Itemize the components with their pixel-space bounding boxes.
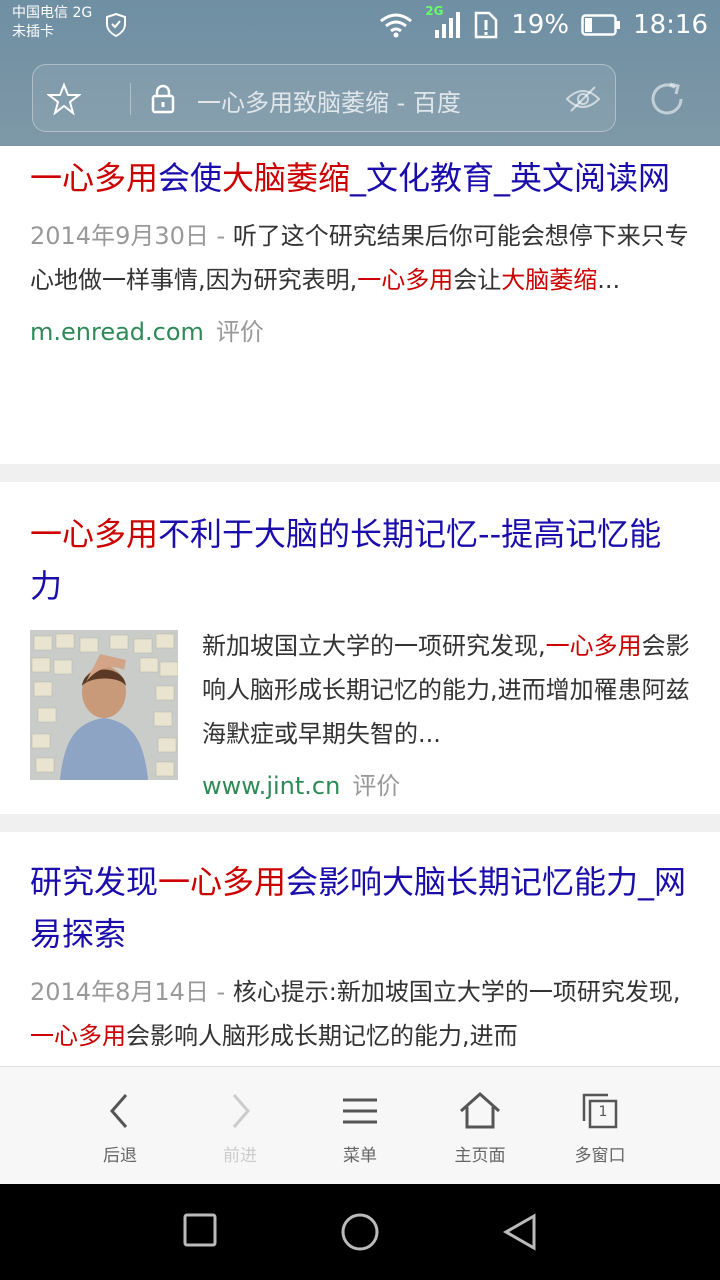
snippet-highlight: 大脑萎缩 — [501, 266, 598, 294]
result-title[interactable]: 一心多用不利于大脑的长期记忆--提高记忆能力 — [30, 482, 690, 612]
title-highlight: 一心多用 — [30, 515, 159, 553]
snippet-text: 新加坡国立大学的一项研究发现, — [202, 632, 546, 660]
carrier-name: 中国电信 2G — [12, 5, 93, 21]
back-label: 后退 — [103, 1146, 137, 1166]
result-title[interactable]: 研究发现一心多用会影响大脑长期记忆能力_网易探索 — [30, 832, 690, 960]
forward-button[interactable]: 前进 — [180, 1091, 300, 1166]
battery-percent: 19% — [511, 10, 570, 40]
system-navigation-bar — [0, 1184, 720, 1280]
window-count: 1 — [598, 1104, 608, 1120]
status-bar: 中国电信 2G 未插卡 2G 19% 18:16 — [0, 0, 720, 52]
back-triangle-icon[interactable] — [500, 1212, 540, 1252]
chevron-left-icon — [110, 1094, 128, 1128]
result-meta: www.jint.cn 评价 — [202, 768, 690, 804]
result-card[interactable]: 一心多用会使大脑萎缩_文化教育_英文阅读网 2014年9月30日 - 听了这个研… — [0, 146, 720, 464]
result-card[interactable]: 研究发现一心多用会影响大脑长期记忆能力_网易探索 2014年8月14日 - 核心… — [0, 832, 720, 1066]
browser-toolbar: 后退 前进 菜单 主页面 1 多窗口 — [0, 1066, 720, 1184]
result-text-block: 新加坡国立大学的一项研究发现,一心多用会影响人脑形成长期记忆的能力,进而增加罹患… — [202, 624, 690, 804]
signal-indicator: 2G — [425, 4, 461, 40]
address-bar[interactable]: 一心多用致脑萎缩 - 百度 — [32, 64, 616, 132]
address-separator — [130, 83, 131, 115]
status-right: 2G 19% 18:16 — [379, 4, 708, 42]
wifi-icon — [380, 13, 413, 38]
back-button[interactable]: 后退 — [60, 1091, 180, 1166]
result-meta: m.enread.com 评价 — [30, 314, 690, 350]
sim-status: 未插卡 — [12, 24, 54, 40]
menu-label: 菜单 — [343, 1146, 377, 1166]
thumbnail-image — [30, 630, 178, 780]
forward-label: 前进 — [223, 1146, 257, 1166]
hamburger-menu-icon — [343, 1098, 377, 1124]
snippet-highlight: 一心多用 — [545, 632, 642, 660]
battery-icon — [581, 14, 621, 36]
title-highlight: 一心多用 — [158, 863, 287, 901]
result-card[interactable]: 一心多用不利于大脑的长期记忆--提高记忆能力 新加坡国立大学的一项研究发现,一心… — [0, 482, 720, 814]
snippet-highlight: 一心多用 — [30, 1022, 126, 1050]
snippet-text: 核心提示:新加坡国立大学的一项研究发现, — [232, 978, 681, 1006]
title-highlight: 一心多用 — [30, 159, 159, 197]
title-text: 研究发现 — [30, 863, 159, 901]
result-site[interactable]: m.enread.com — [30, 318, 204, 346]
signal-icon — [435, 12, 461, 38]
title-text: 会使 — [158, 159, 223, 197]
lock-icon — [151, 84, 175, 114]
snippet-text: 会让 — [453, 266, 502, 294]
home-label: 主页面 — [454, 1146, 506, 1166]
chevron-right-icon — [232, 1094, 250, 1128]
sim-alert-icon — [475, 11, 498, 39]
windows-icon-wrap: 1 — [580, 1091, 620, 1131]
home-circle-icon[interactable] — [340, 1212, 380, 1252]
result-snippet: 2014年9月30日 - 听了这个研究结果后你可能会想停下来只专心地做一样事情,… — [30, 214, 690, 302]
result-date: 2014年8月14日 - — [30, 978, 233, 1006]
browser-header: 中国电信 2G 未插卡 2G 19% 18:16 一心多用致脑萎缩 - 百度 — [0, 0, 720, 146]
snippet-text: 会影响人脑形成长期记忆的能力,进而 — [126, 1022, 518, 1050]
result-snippet: 新加坡国立大学的一项研究发现,一心多用会影响人脑形成长期记忆的能力,进而增加罹患… — [202, 624, 690, 756]
home-button[interactable]: 主页面 — [420, 1091, 540, 1166]
title-text: _文化教育_英文阅读网 — [350, 159, 671, 197]
result-title[interactable]: 一心多用会使大脑萎缩_文化教育_英文阅读网 — [30, 146, 690, 204]
rate-link[interactable]: 评价 — [216, 318, 264, 346]
rate-link[interactable]: 评价 — [352, 772, 400, 800]
result-date: 2014年9月30日 - — [30, 222, 233, 250]
url-text[interactable]: 一心多用致脑萎缩 - 百度 — [197, 83, 461, 118]
result-site[interactable]: www.jint.cn — [202, 772, 340, 800]
result-thumbnail[interactable] — [30, 630, 178, 780]
reload-icon[interactable] — [646, 78, 688, 120]
shield-icon — [106, 12, 126, 38]
title-highlight: 大脑萎缩 — [222, 159, 351, 197]
result-snippet: 2014年8月14日 - 核心提示:新加坡国立大学的一项研究发现, 一心多用会影响… — [30, 970, 690, 1058]
menu-button[interactable]: 菜单 — [300, 1091, 420, 1166]
result-row: 新加坡国立大学的一项研究发现,一心多用会影响人脑形成长期记忆的能力,进而增加罹患… — [30, 624, 690, 804]
search-results: 一心多用会使大脑萎缩_文化教育_英文阅读网 2014年9月30日 - 听了这个研… — [0, 146, 720, 1066]
snippet-text: ... — [597, 266, 621, 294]
no-image-eye-icon[interactable] — [565, 85, 601, 113]
windows-label: 多窗口 — [574, 1146, 626, 1166]
bookmark-star-icon[interactable] — [47, 82, 81, 116]
clock: 18:16 — [633, 10, 708, 40]
home-icon — [459, 1091, 501, 1129]
windows-button[interactable]: 1 多窗口 — [540, 1091, 660, 1166]
snippet-highlight: 一心多用 — [357, 266, 454, 294]
recent-apps-icon[interactable] — [182, 1212, 218, 1248]
carrier-info: 中国电信 2G 未插卡 — [12, 4, 92, 42]
